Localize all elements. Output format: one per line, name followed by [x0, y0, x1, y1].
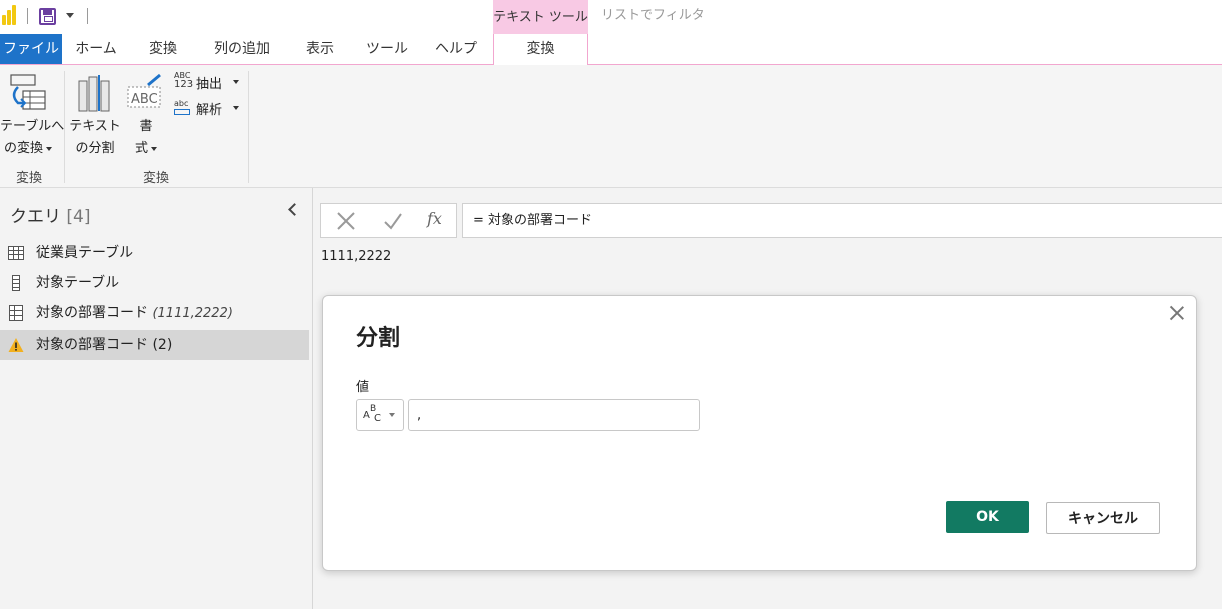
- chevron-down-icon: [389, 413, 395, 417]
- tab-file[interactable]: ファイル: [0, 34, 62, 64]
- tab-view[interactable]: 表示: [292, 34, 348, 64]
- chevron-down-icon: [151, 146, 157, 151]
- fx-icon[interactable]: fx: [427, 209, 442, 228]
- ok-button[interactable]: OK: [946, 501, 1029, 533]
- value-label: 値: [356, 380, 370, 395]
- query-item-label: 対象の部署コード: [36, 305, 148, 321]
- text-type-a: A: [363, 410, 370, 421]
- query-item[interactable]: 対象の部署コード (1111,2222): [0, 298, 309, 328]
- query-item-label: 対象テーブル: [36, 275, 120, 291]
- format-label-1: 書: [139, 119, 153, 134]
- dialog-title: 分割: [356, 326, 401, 351]
- cancel-button[interactable]: キャンセル: [1046, 502, 1160, 534]
- tab-add-column[interactable]: 列の追加: [202, 34, 282, 64]
- queries-count: [4]: [66, 207, 91, 227]
- table-icon: [8, 246, 24, 260]
- split-dialog: 分割 値 A B C OK キャンセル: [322, 295, 1197, 571]
- ribbon-separator: [248, 71, 249, 183]
- convert-to-table-label-1: テーブルへ: [0, 119, 65, 134]
- queries-title: クエリ: [10, 207, 61, 227]
- formula-bar-buttons: fx: [320, 203, 457, 238]
- parse-bar-icon: [174, 109, 190, 115]
- split-text-label-1: テキスト: [69, 119, 121, 134]
- title-bar: テキスト ツール リストでフィルタ: [0, 0, 1222, 34]
- convert-to-table-icon: [10, 74, 46, 110]
- query-item-selected[interactable]: 対象の部署コード (2): [0, 330, 309, 360]
- parse-button[interactable]: abc 解析: [172, 97, 242, 119]
- query-item-text: 対象の部署コード (1111,2222): [36, 298, 233, 329]
- extract-label: 抽出: [196, 77, 223, 92]
- context-tab-group-text-tools: テキスト ツール: [493, 0, 588, 34]
- format-button[interactable]: ABC 書 式: [124, 71, 168, 161]
- ribbon-group-convert-label: 変換: [15, 171, 42, 186]
- power-bi-logo-icon: [2, 5, 20, 25]
- ribbon: テーブルへ の変換 変換 テキスト の分割 ABC 書 式 ABC 123 抽出: [0, 65, 1222, 188]
- tab-text-tools-transform[interactable]: 変換: [493, 34, 588, 65]
- tab-help[interactable]: ヘルプ: [426, 34, 486, 64]
- parameter-icon: [9, 305, 23, 321]
- data-type-dropdown[interactable]: A B C: [356, 399, 404, 431]
- cancel-formula-icon[interactable]: [335, 210, 357, 232]
- convert-to-table-label-2: の変換: [3, 141, 43, 156]
- parse-label: 解析: [196, 103, 223, 118]
- tab-transform[interactable]: 変換: [134, 34, 192, 64]
- text-type-c: C: [374, 413, 381, 424]
- tab-tools[interactable]: ツール: [358, 34, 416, 64]
- format-text-icon: ABC: [127, 73, 161, 108]
- separator: [87, 8, 88, 24]
- queries-pane: クエリ [4] 従業員テーブル 対象テーブル 対象の部署コード (1111,22…: [0, 188, 313, 609]
- tab-home[interactable]: ホーム: [66, 34, 126, 64]
- check-icon[interactable]: [382, 210, 404, 232]
- queries-pane-title: クエリ [4]: [10, 202, 91, 227]
- collapse-pane-icon[interactable]: [288, 203, 301, 216]
- ribbon-tabs: ファイル ホーム 変換 列の追加 表示 ツール ヘルプ 変換: [0, 34, 1222, 65]
- save-icon[interactable]: [39, 8, 56, 25]
- format-label-2: 式: [134, 141, 148, 156]
- format-label-2-wrap: 式: [124, 139, 168, 159]
- chevron-down-icon: [46, 146, 52, 151]
- preview-value: 1111,2222: [321, 249, 392, 264]
- chevron-down-icon: [233, 106, 239, 110]
- split-text-button[interactable]: テキスト の分割: [68, 71, 122, 161]
- formula-input[interactable]: = 対象の部署コード: [462, 203, 1222, 238]
- separator: [27, 8, 28, 24]
- query-item[interactable]: 対象テーブル: [0, 268, 309, 298]
- split-text-label-2: の分割: [75, 141, 115, 156]
- list-icon: [12, 275, 20, 291]
- quick-access-dropdown-icon[interactable]: [66, 13, 74, 18]
- extract-button[interactable]: ABC 123 抽出: [172, 71, 242, 93]
- chevron-down-icon: [233, 80, 239, 84]
- split-column-icon: [78, 75, 110, 112]
- convert-to-table-button[interactable]: テーブルへ の変換: [0, 71, 65, 161]
- query-item-label: 従業員テーブル: [36, 245, 134, 261]
- query-item-detail: (1111,2222): [152, 306, 233, 321]
- query-item[interactable]: 従業員テーブル: [0, 238, 309, 268]
- svg-text:ABC: ABC: [131, 92, 158, 107]
- context-tab-group-list-filter: リストでフィルタ: [601, 8, 705, 23]
- ribbon-separator: [64, 71, 65, 183]
- num-icon-text: 123: [174, 79, 194, 90]
- parse-icon: abc: [174, 99, 190, 115]
- abc-small-icon-text: abc: [174, 99, 189, 108]
- split-value-input[interactable]: [408, 399, 700, 431]
- close-icon[interactable]: [1169, 305, 1185, 321]
- ribbon-group-transform-label: 変換: [142, 171, 169, 186]
- abc-123-icon: ABC 123: [174, 71, 194, 90]
- warning-icon: [8, 338, 24, 352]
- query-item-label: 対象の部署コード (2): [36, 337, 173, 353]
- convert-to-table-label-2-wrap: の変換: [0, 139, 56, 159]
